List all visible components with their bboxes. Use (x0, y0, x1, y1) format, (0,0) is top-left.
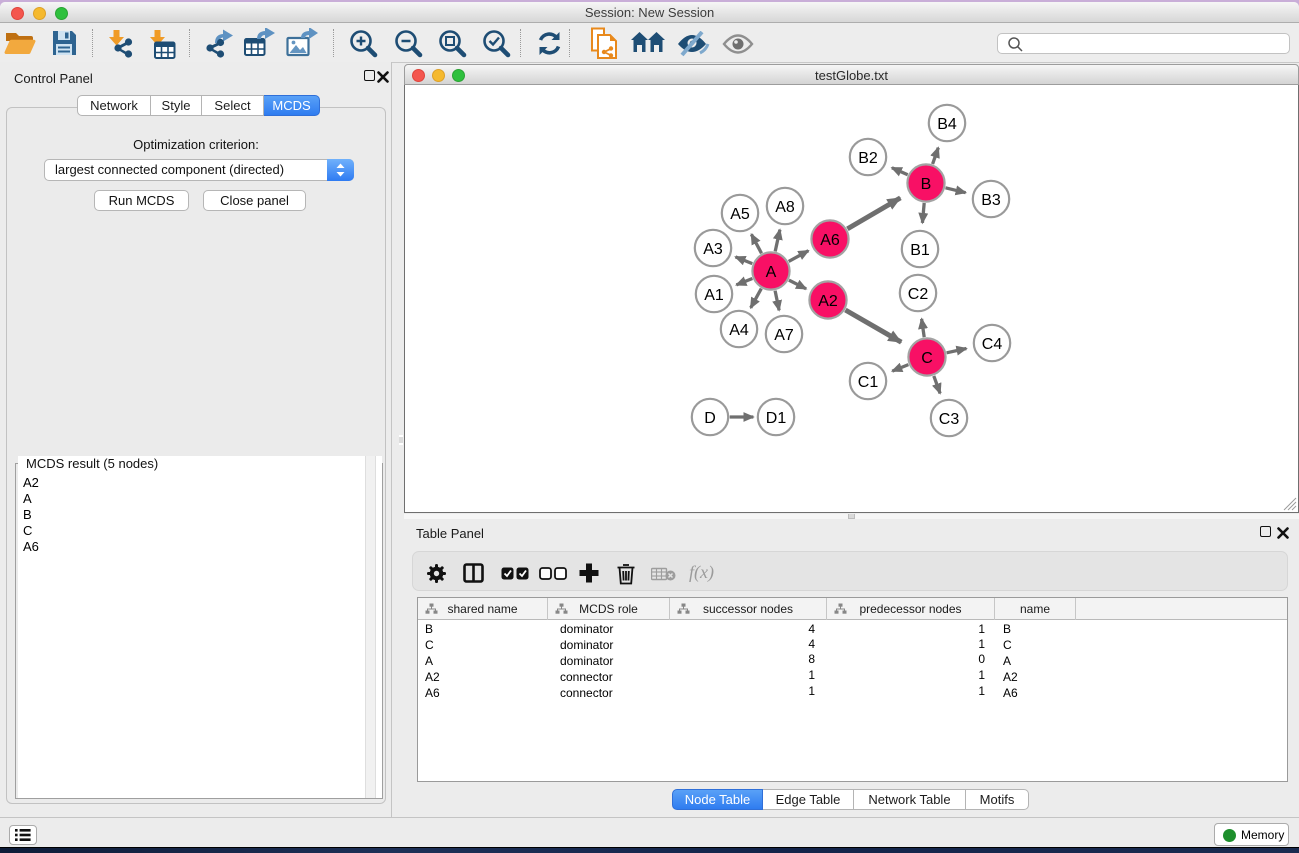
svg-text:B2: B2 (858, 150, 878, 167)
svg-text:C4: C4 (982, 336, 1003, 353)
svg-text:A5: A5 (730, 206, 750, 223)
svg-text:C: C (921, 350, 933, 367)
svg-text:C3: C3 (939, 411, 960, 428)
svg-text:A1: A1 (704, 287, 724, 304)
svg-text:A8: A8 (775, 199, 795, 216)
svg-text:B1: B1 (910, 242, 930, 259)
svg-text:C1: C1 (858, 374, 879, 391)
svg-text:D1: D1 (766, 410, 787, 427)
svg-text:A3: A3 (703, 241, 723, 258)
svg-text:A7: A7 (774, 327, 794, 344)
svg-text:A2: A2 (818, 293, 838, 310)
svg-text:A6: A6 (820, 232, 840, 249)
svg-text:B: B (921, 176, 932, 193)
svg-text:C2: C2 (908, 286, 929, 303)
svg-text:D: D (704, 410, 716, 427)
svg-text:A4: A4 (729, 322, 749, 339)
svg-text:B3: B3 (981, 192, 1001, 209)
svg-text:B4: B4 (937, 116, 957, 133)
svg-text:A: A (766, 264, 777, 281)
